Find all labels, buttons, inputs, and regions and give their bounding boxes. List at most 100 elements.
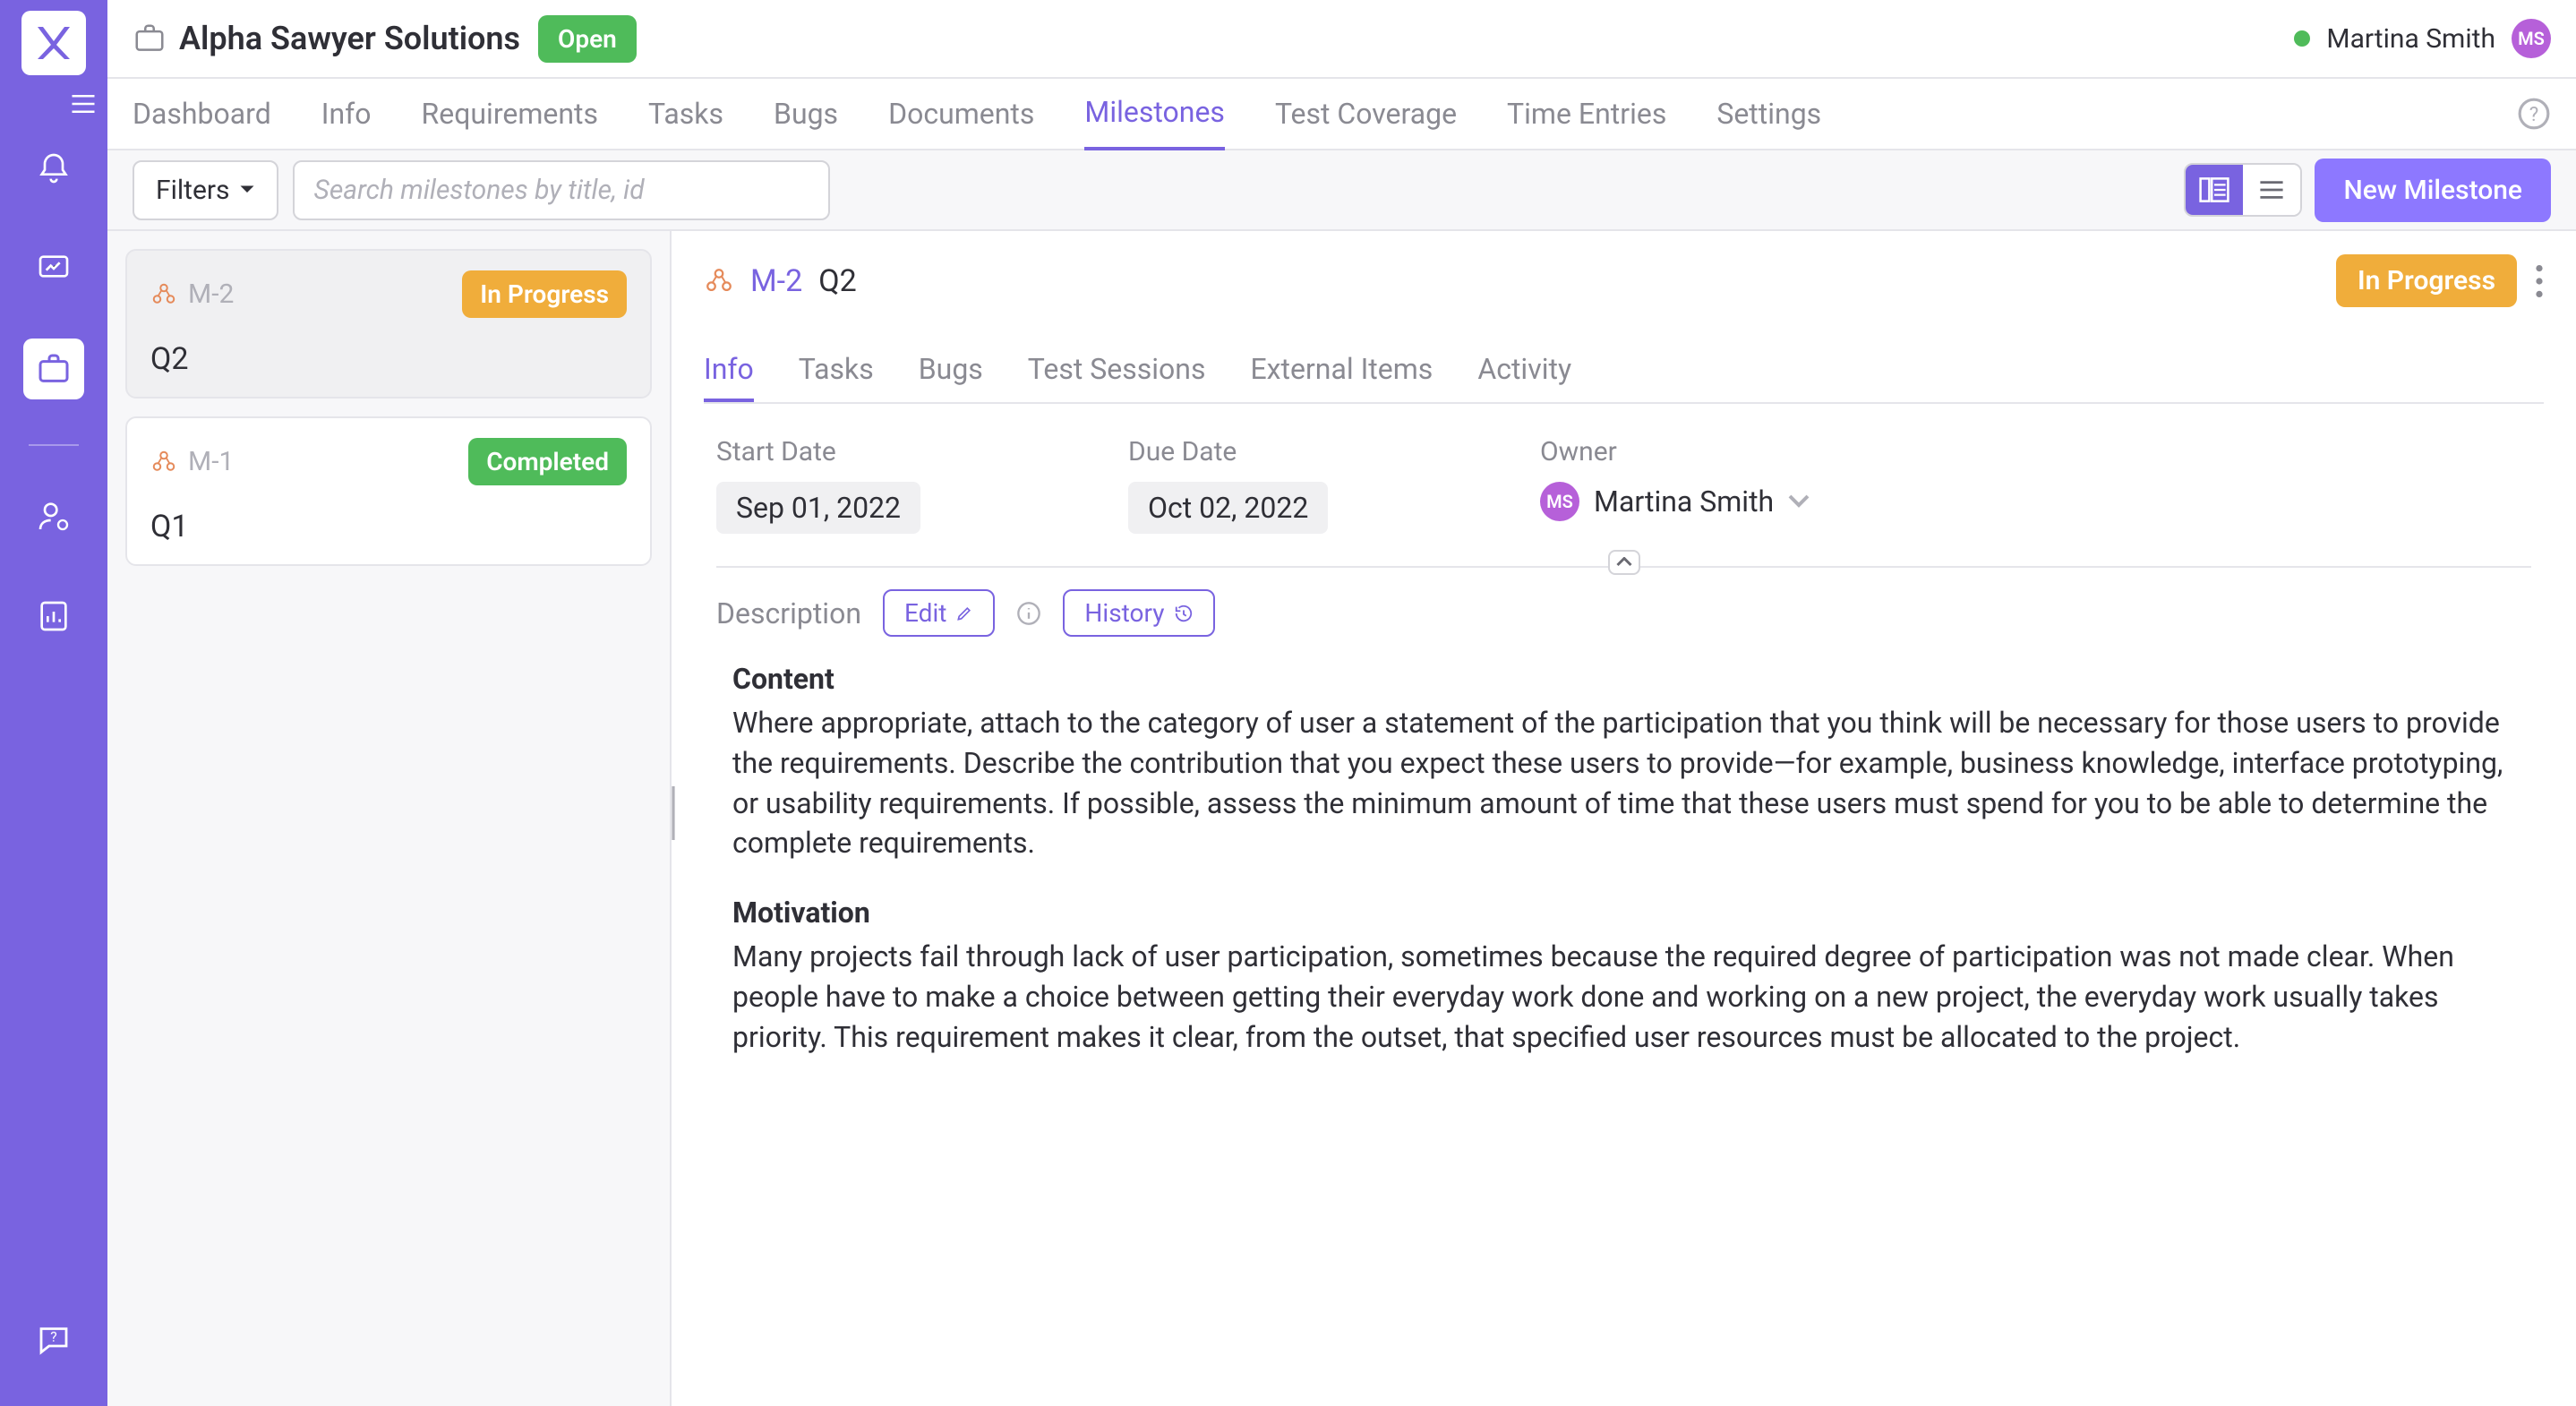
milestone-title: Q1: [150, 509, 627, 544]
tab-tasks[interactable]: Tasks: [648, 79, 723, 149]
current-user-avatar[interactable]: MS: [2512, 19, 2551, 58]
milestone-detail-pane: M-2 Q2 In Progress Info Tasks Bugs Test …: [672, 231, 2576, 1406]
new-milestone-button[interactable]: New Milestone: [2315, 159, 2551, 222]
chevron-up-icon: [1616, 557, 1632, 568]
view-split-button[interactable]: [2186, 165, 2243, 215]
description-label: Description: [716, 596, 861, 630]
list-view-icon: [2256, 177, 2287, 202]
tab-documents[interactable]: Documents: [888, 79, 1034, 149]
detail-tab-tasks[interactable]: Tasks: [799, 339, 874, 402]
rail-item-reports[interactable]: [23, 586, 84, 647]
milestones-toolbar: Filters New Milestone: [107, 150, 2576, 231]
chat-help-icon: ?: [35, 1321, 73, 1359]
owner-picker[interactable]: MS Martina Smith: [1540, 482, 1844, 521]
workspace-status-badge: Open: [538, 15, 637, 63]
detail-milestone-title: Q2: [818, 263, 857, 299]
rail-item-dashboards[interactable]: [23, 238, 84, 299]
logo-icon: [32, 21, 75, 64]
help-icon[interactable]: ?: [2517, 97, 2551, 131]
milestone-card[interactable]: M-1 Completed Q1: [125, 416, 652, 566]
detail-body: Start Date Sep 01, 2022 Due Date Oct 02,…: [672, 404, 2576, 1122]
svg-text:?: ?: [2529, 103, 2538, 126]
tab-info[interactable]: Info: [321, 79, 372, 149]
main-area: Alpha Sawyer Solutions Open Martina Smit…: [107, 0, 2576, 1406]
milestone-id: M-2: [150, 279, 234, 310]
start-date-label: Start Date: [716, 436, 1021, 467]
workspace-name[interactable]: Alpha Sawyer Solutions: [179, 20, 520, 57]
chevron-down-icon: [1788, 494, 1810, 509]
briefcase-icon: [36, 351, 72, 387]
filters-label: Filters: [156, 175, 230, 206]
rail-item-alerts[interactable]: [23, 138, 84, 199]
tab-requirements[interactable]: Requirements: [422, 79, 599, 149]
history-icon: [1174, 604, 1194, 623]
description-history-button[interactable]: History: [1063, 589, 1214, 637]
detail-more-menu[interactable]: [2535, 265, 2544, 297]
info-icon[interactable]: [1016, 601, 1041, 626]
detail-status-badge[interactable]: In Progress: [2336, 254, 2517, 307]
milestone-icon: [704, 266, 734, 296]
pencil-icon: [955, 604, 973, 622]
rail-item-support[interactable]: ?: [23, 1309, 84, 1370]
current-user-name[interactable]: Martina Smith: [2326, 23, 2495, 55]
view-list-button[interactable]: [2243, 165, 2300, 215]
description-body: Content Where appropriate, attach to the…: [716, 662, 2531, 1058]
detail-tab-bugs[interactable]: Bugs: [919, 339, 983, 402]
section-divider: [716, 566, 2531, 568]
start-date-value[interactable]: Sep 01, 2022: [716, 482, 920, 534]
workspace-icon: [133, 21, 167, 56]
left-rail: ?: [0, 0, 107, 1406]
caret-down-icon: [239, 184, 255, 195]
report-icon: [36, 598, 72, 634]
edit-description-button[interactable]: Edit: [883, 589, 995, 637]
milestone-title: Q2: [150, 341, 627, 377]
tab-milestones[interactable]: Milestones: [1084, 77, 1225, 150]
rail-collapse-toggle[interactable]: [70, 93, 97, 115]
project-nav-tabs: Dashboard Info Requirements Tasks Bugs D…: [107, 79, 2576, 150]
split-view-icon: [2199, 177, 2229, 202]
description-section-heading: Content: [732, 662, 2531, 696]
milestone-status-badge: Completed: [468, 438, 627, 485]
field-due-date: Due Date Oct 02, 2022: [1128, 436, 1433, 534]
detail-tab-external-items[interactable]: External Items: [1250, 339, 1433, 402]
owner-label: Owner: [1540, 436, 1844, 467]
collapse-toggle[interactable]: [1608, 550, 1640, 575]
detail-milestone-id[interactable]: M-2: [750, 263, 802, 299]
description-section-heading: Motivation: [732, 896, 2531, 930]
tab-settings[interactable]: Settings: [1716, 79, 1821, 149]
svg-text:?: ?: [50, 1328, 56, 1345]
pane-resize-handle[interactable]: [672, 786, 677, 840]
rail-item-people[interactable]: [23, 485, 84, 546]
milestone-id: M-1: [150, 446, 234, 477]
app-logo[interactable]: [21, 11, 86, 75]
due-date-label: Due Date: [1128, 436, 1433, 467]
search-input[interactable]: [293, 160, 830, 220]
milestone-list-pane: M-2 In Progress Q2 M-1 Completed Q1: [107, 231, 672, 1406]
due-date-value[interactable]: Oct 02, 2022: [1128, 482, 1328, 534]
tab-test-coverage[interactable]: Test Coverage: [1275, 79, 1457, 149]
tab-time-entries[interactable]: Time Entries: [1507, 79, 1666, 149]
bell-icon: [36, 150, 72, 186]
tab-bugs[interactable]: Bugs: [774, 79, 838, 149]
presentation-icon: [36, 251, 72, 287]
content-split: M-2 In Progress Q2 M-1 Completed Q1: [107, 231, 2576, 1406]
detail-tab-info[interactable]: Info: [704, 339, 754, 402]
description-section-text: Where appropriate, attach to the categor…: [732, 703, 2531, 863]
field-owner: Owner MS Martina Smith: [1540, 436, 1844, 521]
rail-divider: [29, 444, 79, 446]
topbar: Alpha Sawyer Solutions Open Martina Smit…: [107, 0, 2576, 79]
filters-button[interactable]: Filters: [133, 160, 278, 220]
owner-avatar: MS: [1540, 482, 1579, 521]
field-start-date: Start Date Sep 01, 2022: [716, 436, 1021, 534]
tab-dashboard[interactable]: Dashboard: [133, 79, 271, 149]
owner-name: Martina Smith: [1594, 484, 1774, 519]
milestone-card[interactable]: M-2 In Progress Q2: [125, 249, 652, 399]
description-section-text: Many projects fail through lack of user …: [732, 937, 2531, 1057]
detail-tab-test-sessions[interactable]: Test Sessions: [1028, 339, 1206, 402]
description-header: Description Edit History: [716, 589, 2531, 637]
milestone-status-badge: In Progress: [462, 270, 627, 318]
detail-tab-activity[interactable]: Activity: [1477, 339, 1571, 402]
rail-item-projects[interactable]: [23, 339, 84, 399]
milestone-icon: [150, 281, 177, 308]
view-toggle: [2184, 163, 2302, 217]
